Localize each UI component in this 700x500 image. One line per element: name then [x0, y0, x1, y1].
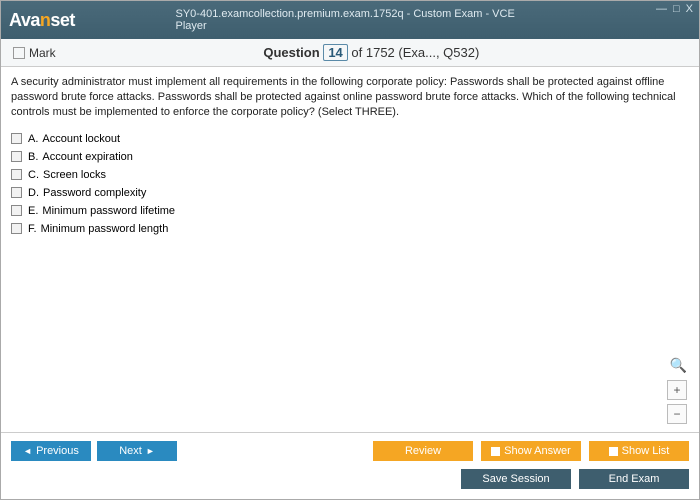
- question-indicator: Question 14 of 1752 (Exa..., Q532): [56, 45, 687, 60]
- window-controls: — □ X: [656, 3, 693, 15]
- checkbox-icon[interactable]: [11, 205, 22, 216]
- review-label: Review: [405, 445, 441, 457]
- window-title: SY0-401.examcollection.premium.exam.1752…: [176, 8, 525, 32]
- option-f[interactable]: F. Minimum password length: [11, 220, 685, 238]
- option-b[interactable]: B. Account expiration: [11, 148, 685, 166]
- options-list: A. Account lockout B. Account expiration C…: [11, 130, 685, 238]
- option-letter: B.: [28, 151, 38, 163]
- checkbox-icon[interactable]: [11, 151, 22, 162]
- option-text: Password complexity: [43, 187, 146, 199]
- review-button[interactable]: Review: [373, 441, 473, 461]
- question-bar: Mark Question 14 of 1752 (Exa..., Q532): [1, 39, 699, 67]
- logo-pre: Ava: [9, 10, 40, 30]
- minimize-button[interactable]: —: [656, 3, 667, 15]
- question-suffix: of 1752 (Exa..., Q532): [351, 45, 479, 60]
- option-letter: A.: [28, 133, 38, 145]
- square-icon: [609, 447, 618, 456]
- show-answer-label: Show Answer: [504, 445, 571, 457]
- previous-button[interactable]: Previous: [11, 441, 91, 461]
- option-c[interactable]: C. Screen locks: [11, 166, 685, 184]
- footer-row-2: Save Session End Exam: [11, 469, 689, 489]
- save-session-button[interactable]: Save Session: [461, 469, 571, 489]
- checkbox-icon[interactable]: [11, 169, 22, 180]
- option-text: Account lockout: [42, 133, 120, 145]
- zoom-in-button[interactable]: +: [667, 380, 687, 400]
- footer-row-1: Previous Next Review Show Answer Show Li…: [11, 441, 689, 461]
- option-letter: D.: [28, 187, 39, 199]
- question-number: 14: [323, 44, 347, 61]
- logo: Avanset: [9, 10, 75, 31]
- zoom-out-button[interactable]: −: [667, 404, 687, 424]
- option-letter: F.: [28, 223, 37, 235]
- end-exam-button[interactable]: End Exam: [579, 469, 689, 489]
- option-letter: E.: [28, 205, 38, 217]
- option-letter: C.: [28, 169, 39, 181]
- content-area: A security administrator must implement …: [1, 67, 699, 432]
- next-label: Next: [119, 445, 142, 457]
- titlebar: Avanset SY0-401.examcollection.premium.e…: [1, 1, 699, 39]
- magnify-icon[interactable]: 🔍: [667, 356, 687, 376]
- logo-post: set: [50, 10, 75, 30]
- option-a[interactable]: A. Account lockout: [11, 130, 685, 148]
- option-text: Minimum password length: [41, 223, 169, 235]
- checkbox-icon[interactable]: [11, 187, 22, 198]
- maximize-button[interactable]: □: [673, 3, 680, 15]
- zoom-controls: 🔍 + −: [667, 356, 687, 424]
- next-button[interactable]: Next: [97, 441, 177, 461]
- option-text: Screen locks: [43, 169, 106, 181]
- option-d[interactable]: D. Password complexity: [11, 184, 685, 202]
- close-button[interactable]: X: [686, 3, 693, 15]
- option-text: Minimum password lifetime: [42, 205, 175, 217]
- logo-mid: n: [40, 10, 51, 30]
- previous-label: Previous: [36, 445, 79, 457]
- show-answer-button[interactable]: Show Answer: [481, 441, 581, 461]
- checkbox-icon[interactable]: [11, 133, 22, 144]
- show-list-label: Show List: [622, 445, 670, 457]
- question-text: A security administrator must implement …: [11, 75, 685, 120]
- option-text: Account expiration: [42, 151, 133, 163]
- show-list-button[interactable]: Show List: [589, 441, 689, 461]
- square-icon: [491, 447, 500, 456]
- mark-label: Mark: [29, 46, 56, 60]
- question-label: Question: [263, 45, 319, 60]
- footer: Previous Next Review Show Answer Show Li…: [1, 432, 699, 499]
- mark-checkbox[interactable]: [13, 47, 25, 59]
- checkbox-icon[interactable]: [11, 223, 22, 234]
- option-e[interactable]: E. Minimum password lifetime: [11, 202, 685, 220]
